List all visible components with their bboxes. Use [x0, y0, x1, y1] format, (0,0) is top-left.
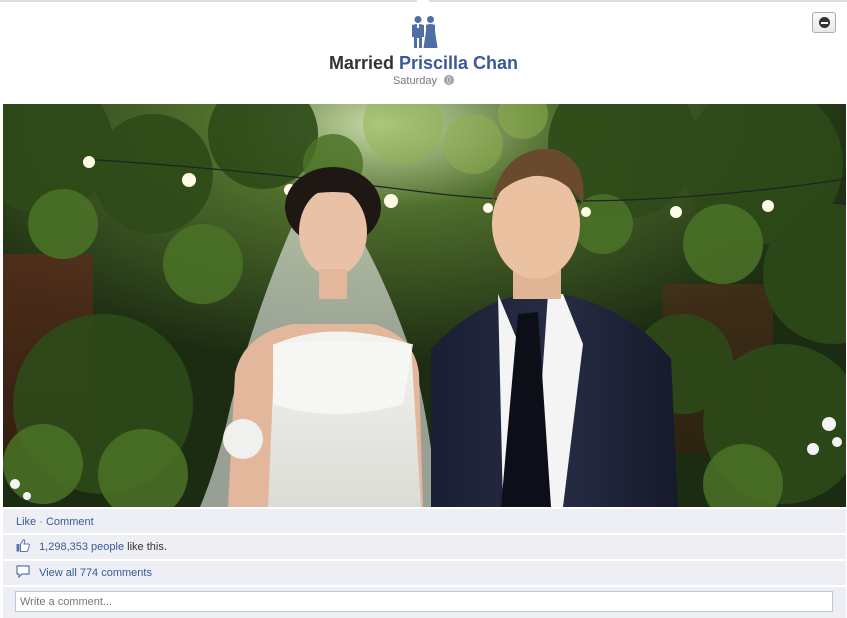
- story-timestamp[interactable]: Saturday: [393, 75, 437, 87]
- action-separator: ·: [39, 516, 43, 528]
- minus-icon: [819, 17, 830, 28]
- wedding-photo[interactable]: [3, 104, 846, 507]
- like-link[interactable]: Like: [16, 516, 36, 528]
- timeline-notch: [417, 0, 429, 6]
- globe-icon[interactable]: [444, 75, 455, 85]
- likes-suffix: like this.: [124, 541, 167, 553]
- feedback-area: Like · Comment 1,298,353 people like thi…: [3, 507, 846, 618]
- likes-row: 1,298,353 people like this.: [3, 535, 846, 559]
- story-action: Married: [328, 53, 394, 73]
- likers-link[interactable]: 1,298,353 people: [39, 541, 124, 553]
- hide-story-button[interactable]: [812, 12, 836, 33]
- comment-link[interactable]: Comment: [46, 516, 94, 528]
- story-meta: Saturday: [0, 74, 847, 88]
- person-name-link[interactable]: Priscilla Chan: [399, 53, 518, 73]
- comment-composer: [3, 587, 846, 618]
- story-headline: Married Priscilla Chan: [0, 52, 847, 74]
- comments-row: View all 774 comments: [3, 561, 846, 585]
- action-bar: Like · Comment: [3, 509, 846, 533]
- wedding-photo-illustration: [3, 104, 846, 507]
- comment-input[interactable]: [15, 591, 833, 612]
- married-couple-icon: [412, 16, 438, 48]
- speech-bubble-icon: [16, 565, 30, 578]
- view-all-comments-link[interactable]: View all 774 comments: [39, 567, 152, 579]
- thumbs-up-icon: [16, 539, 30, 552]
